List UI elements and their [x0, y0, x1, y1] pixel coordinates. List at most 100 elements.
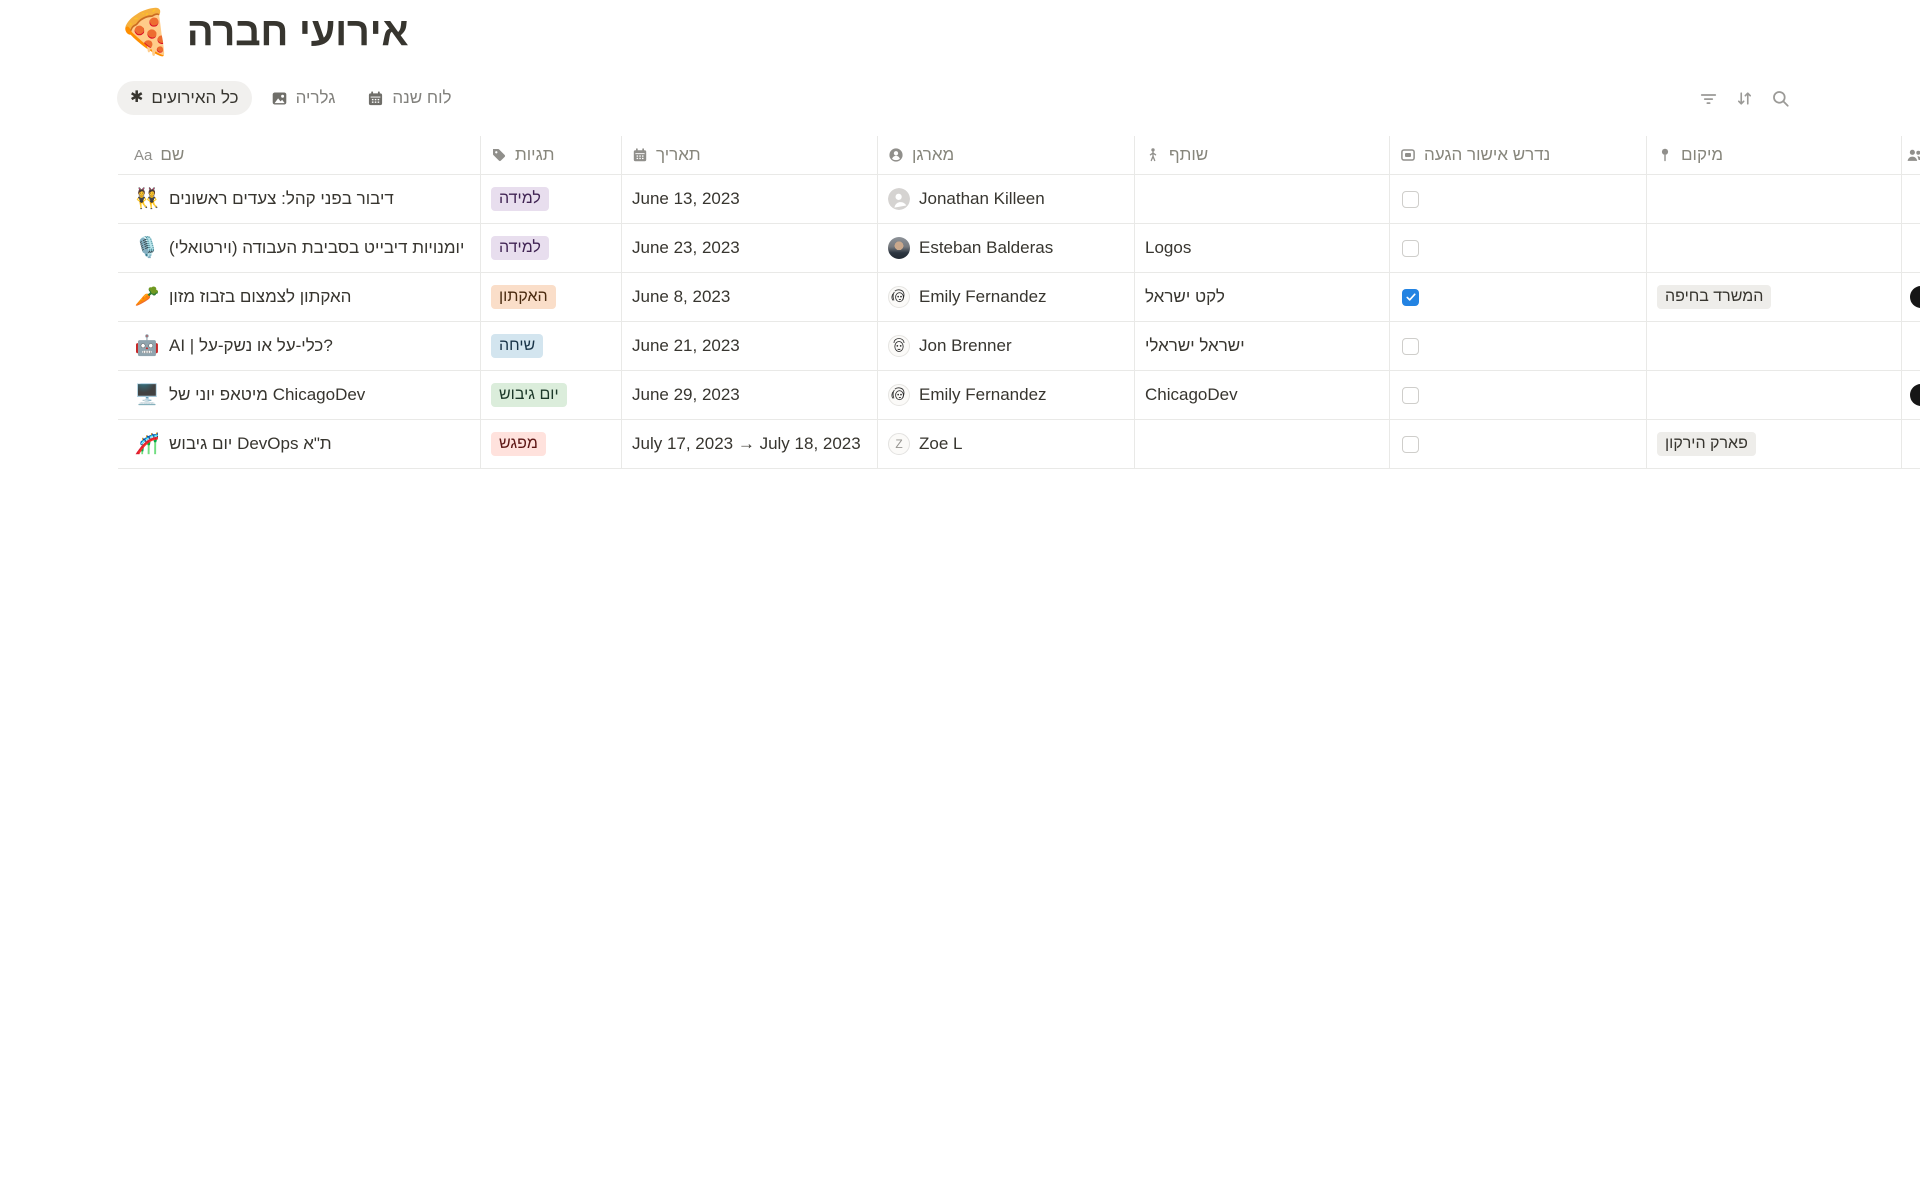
event-name-cell[interactable]: 🎙️ יומנויות דיבייט בסביבת העבודה (וירטוא…	[118, 224, 481, 272]
rsvp-cell[interactable]	[1390, 371, 1647, 419]
event-name-cell[interactable]: 🎢 יום גיבוש DevOps ת"א	[118, 420, 481, 468]
tab-label: לוח שנה	[392, 88, 451, 108]
sort-icon[interactable]	[1734, 88, 1755, 109]
rsvp-cell[interactable]	[1390, 224, 1647, 272]
partner-text: ישראל ישראלי	[1145, 336, 1245, 356]
rsvp-checkbox[interactable]	[1402, 387, 1419, 404]
partner-cell[interactable]	[1135, 175, 1390, 223]
organizer-cell[interactable]: Emily Fernandez	[878, 371, 1135, 419]
organizer-cell[interactable]: Jon Brenner	[878, 322, 1135, 370]
hidden-column-cell[interactable]	[1902, 224, 1920, 272]
tag-pill: למידה	[491, 236, 549, 260]
rsvp-checkbox[interactable]	[1402, 191, 1419, 208]
filter-icon[interactable]	[1698, 88, 1719, 109]
date-cell[interactable]: July 17, 2023 → July 18, 2023	[622, 420, 878, 468]
table-row[interactable]: 👯 דיבור בפני קהל: צעדים ראשונים למידה Ju…	[118, 175, 1920, 224]
rsvp-checkbox[interactable]	[1402, 289, 1419, 306]
event-name-cell[interactable]: 🖥️ מיטאפ יוני של ChicagoDev	[118, 371, 481, 419]
rsvp-cell[interactable]	[1390, 175, 1647, 223]
column-header-partner[interactable]: שותף	[1135, 136, 1390, 174]
rsvp-checkbox[interactable]	[1402, 338, 1419, 355]
column-label: תאריך	[656, 145, 701, 165]
tags-cell[interactable]: יום גיבוש	[481, 371, 622, 419]
date-cell[interactable]: June 8, 2023	[622, 273, 878, 321]
event-name-cell[interactable]: 👯 דיבור בפני קהל: צעדים ראשונים	[118, 175, 481, 223]
tag-pill: האקתון	[491, 285, 556, 309]
date-cell[interactable]: June 21, 2023	[622, 322, 878, 370]
partner-cell[interactable]	[1135, 420, 1390, 468]
table-row[interactable]: 🖥️ מיטאפ יוני של ChicagoDev יום גיבוש Ju…	[118, 371, 1920, 420]
rsvp-cell[interactable]	[1390, 322, 1647, 370]
column-label: נדרש אישור הגעה	[1424, 145, 1550, 165]
table-row[interactable]: 🎙️ יומנויות דיבייט בסביבת העבודה (וירטוא…	[118, 224, 1920, 273]
tags-cell[interactable]: שיחה	[481, 322, 622, 370]
date-cell[interactable]: June 13, 2023	[622, 175, 878, 223]
partner-cell[interactable]: ישראל ישראלי	[1135, 322, 1390, 370]
location-cell[interactable]: המשרד בחיפה	[1647, 273, 1902, 321]
column-header-name[interactable]: Aaשם	[118, 136, 481, 174]
location-cell[interactable]	[1647, 322, 1902, 370]
location-cell[interactable]: פארק הירקון	[1647, 420, 1902, 468]
hidden-column-cell[interactable]	[1902, 273, 1920, 321]
tab-all-events[interactable]: ✱ כל האירועים	[117, 81, 252, 115]
date-cell[interactable]: June 29, 2023	[622, 371, 878, 419]
tab-gallery[interactable]: גלריה	[258, 81, 349, 115]
location-cell[interactable]	[1647, 224, 1902, 272]
events-table: Aaשםתגיות תאריך מארגןשותף נדרש אישור הגעה מי…	[118, 136, 1920, 469]
partner-text: לקט ישראל	[1145, 287, 1225, 307]
location-cell[interactable]	[1647, 371, 1902, 419]
partner-cell[interactable]: Logos	[1135, 224, 1390, 272]
tags-cell[interactable]: האקתון	[481, 273, 622, 321]
event-emoji: 🎙️	[134, 238, 160, 258]
table-row[interactable]: 🤖 AI | כלי-על או נשק-על? שיחה June 21, 2…	[118, 322, 1920, 371]
asterisk-icon: ✱	[130, 90, 143, 106]
date-cell[interactable]: June 23, 2023	[622, 224, 878, 272]
hidden-column-cell[interactable]	[1902, 371, 1920, 419]
partner-cell[interactable]: לקט ישראל	[1135, 273, 1390, 321]
organizer-cell[interactable]: Z Zoe L	[878, 420, 1135, 468]
tag-pill: למידה	[491, 187, 549, 211]
tags-cell[interactable]: למידה	[481, 175, 622, 223]
organizer-avatar	[888, 188, 910, 210]
search-icon[interactable]	[1770, 88, 1791, 109]
rsvp-checkbox[interactable]	[1402, 436, 1419, 453]
date-text: July 17, 2023 → July 18, 2023	[632, 434, 861, 454]
event-emoji: 🎢	[134, 434, 160, 454]
organizer-cell[interactable]: Emily Fernandez	[878, 273, 1135, 321]
rsvp-cell[interactable]	[1390, 420, 1647, 468]
rsvp-cell[interactable]	[1390, 273, 1647, 321]
tab-calendar[interactable]: לוח שנה	[354, 81, 464, 115]
column-header-hidden[interactable]	[1902, 136, 1920, 174]
organizer-name: Jon Brenner	[919, 336, 1012, 356]
event-emoji: 🥕	[134, 287, 160, 307]
event-name-cell[interactable]: 🤖 AI | כלי-על או נשק-על?	[118, 322, 481, 370]
organizer-cell[interactable]: Jonathan Killeen	[878, 175, 1135, 223]
column-header-location[interactable]: מיקום	[1647, 136, 1902, 174]
column-header-tags[interactable]: תגיות	[481, 136, 622, 174]
organizer-cell[interactable]: Esteban Balderas	[878, 224, 1135, 272]
column-header-rsvp[interactable]: נדרש אישור הגעה	[1390, 136, 1647, 174]
column-label: שם	[160, 145, 184, 165]
event-name-cell[interactable]: 🥕 האקתון לצמצום בזבוז מזון	[118, 273, 481, 321]
hidden-column-cell[interactable]	[1902, 175, 1920, 223]
hidden-column-cell[interactable]	[1902, 322, 1920, 370]
table-row[interactable]: 🥕 האקתון לצמצום בזבוז מזון האקתון June 8…	[118, 273, 1920, 322]
column-header-organizer[interactable]: מארגן	[878, 136, 1135, 174]
tag-pill: שיחה	[491, 334, 543, 358]
date-text: June 13, 2023	[632, 189, 740, 209]
location-pill: המשרד בחיפה	[1657, 285, 1771, 309]
event-title: האקתון לצמצום בזבוז מזון	[169, 287, 351, 307]
partner-cell[interactable]: ChicagoDev	[1135, 371, 1390, 419]
organizer-avatar	[888, 335, 910, 357]
table-row[interactable]: 🎢 יום גיבוש DevOps ת"א מפגש July 17, 202…	[118, 420, 1920, 469]
tags-cell[interactable]: למידה	[481, 224, 622, 272]
event-emoji: 👯	[134, 189, 160, 209]
hidden-column-cell[interactable]	[1902, 420, 1920, 468]
column-header-date[interactable]: תאריך	[622, 136, 878, 174]
page-icon-pizza[interactable]: 🍕	[118, 11, 173, 55]
rsvp-checkbox[interactable]	[1402, 240, 1419, 257]
page-title[interactable]: אירועי חברה	[187, 10, 409, 55]
tab-label: כל האירועים	[151, 88, 238, 108]
location-cell[interactable]	[1647, 175, 1902, 223]
tags-cell[interactable]: מפגש	[481, 420, 622, 468]
